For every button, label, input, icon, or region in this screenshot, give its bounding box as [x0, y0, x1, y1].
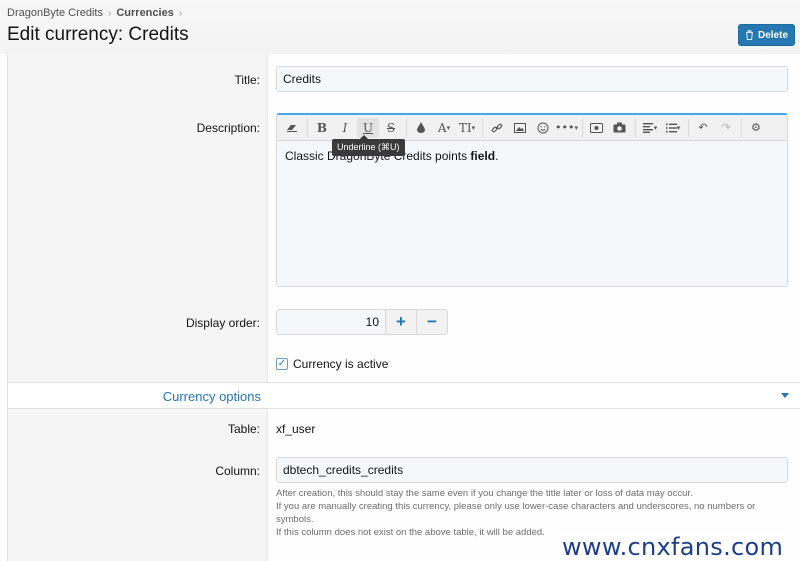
editor-text-bold: field	[470, 149, 496, 163]
font-size-label: TI	[458, 120, 472, 135]
breadcrumb-item-currencies[interactable]: Currencies	[116, 7, 173, 19]
editor-text-end: .	[495, 149, 499, 163]
undo-icon[interactable]: ↶	[692, 118, 714, 138]
currency-active-row[interactable]: ✓ Currency is active	[276, 357, 388, 371]
bold-icon[interactable]: B	[311, 118, 333, 138]
chevron-right-icon: ›	[178, 7, 183, 19]
editor-toolbar: B I U S A ▾ TI ▾ ••• ▾ ▾ ▾ ↶ ↷ ⚙	[277, 115, 787, 141]
font-size-icon[interactable]: TI ▾	[456, 118, 478, 138]
watermark: www.cnxfans.com	[560, 533, 786, 561]
label-column	[8, 54, 268, 382]
italic-icon[interactable]: I	[334, 118, 356, 138]
title-input[interactable]: Credits	[276, 66, 788, 92]
caret-down-icon: ▾	[446, 123, 451, 132]
currency-options-title[interactable]: Currency options	[163, 389, 261, 404]
camera-icon[interactable]	[609, 118, 631, 138]
color-icon[interactable]	[410, 118, 432, 138]
toolbar-divider	[634, 118, 636, 137]
table-value: xf_user	[276, 422, 316, 436]
delete-button[interactable]: Delete	[738, 24, 795, 46]
toolbar-divider	[482, 118, 483, 137]
caret-down-icon: ▾	[471, 123, 476, 132]
toolbar-divider	[740, 118, 742, 137]
underline-tooltip: Underline (⌘U)	[332, 135, 405, 156]
toolbar-divider	[406, 118, 407, 137]
currency-active-label[interactable]: Currency is active	[293, 357, 388, 371]
smilie-icon[interactable]	[532, 118, 554, 138]
column-input[interactable]: dbtech_credits_credits	[276, 457, 788, 483]
description-label: Description:	[196, 121, 260, 135]
toolbar-divider	[687, 118, 689, 137]
eraser-icon[interactable]	[281, 118, 303, 138]
media-icon[interactable]	[586, 118, 608, 138]
chevron-right-icon: ›	[108, 7, 112, 19]
font-family-icon[interactable]: A ▾	[433, 118, 455, 138]
caret-down-icon: ▾	[653, 123, 658, 132]
toolbar-divider	[581, 118, 583, 137]
page-title: Edit currency: Credits	[7, 24, 189, 45]
settings-icon[interactable]: ⚙	[745, 118, 767, 138]
display-order-label: Display order:	[185, 316, 260, 330]
image-icon[interactable]	[509, 118, 531, 138]
font-family-label: A	[437, 120, 447, 135]
caret-down-icon: ▾	[574, 123, 578, 132]
page-header: DragonByte Credits › Currencies › Edit c…	[0, 0, 800, 54]
breadcrumb-item-dragonbyte-credits[interactable]: DragonByte Credits	[7, 7, 103, 19]
edit-form: Title: Credits Description: B I U S A ▾ T…	[7, 54, 800, 561]
chevron-down-icon[interactable]	[781, 393, 789, 398]
column-hint-1: After creation, this should stay the sam…	[276, 488, 693, 499]
currency-options-header[interactable]: Currency options	[8, 382, 800, 409]
breadcrumb: DragonByte Credits › Currencies ›	[7, 7, 182, 19]
increment-button[interactable]: +	[385, 309, 417, 335]
checkmark-icon: ✓	[277, 358, 287, 369]
align-icon[interactable]: ▾	[639, 118, 661, 138]
trash-icon	[745, 30, 753, 40]
currency-active-checkbox[interactable]: ✓	[276, 358, 288, 370]
column-label: Column:	[215, 464, 260, 478]
toolbar-divider	[307, 118, 308, 137]
strikethrough-icon[interactable]: S	[380, 118, 402, 138]
table-label: Table:	[227, 422, 260, 436]
link-icon[interactable]	[486, 118, 508, 138]
list-icon[interactable]: ▾	[662, 118, 684, 138]
redo-icon[interactable]: ↷	[715, 118, 737, 138]
column-hint-2: If you are manually creating this curren…	[276, 501, 756, 525]
delete-button-label: Delete	[757, 29, 788, 41]
title-label: Title:	[234, 73, 260, 87]
more-icon[interactable]: ••• ▾	[555, 118, 578, 138]
display-order-input[interactable]: 10	[276, 309, 386, 335]
caret-down-icon: ▾	[676, 123, 681, 132]
decrement-button[interactable]: −	[416, 309, 448, 335]
